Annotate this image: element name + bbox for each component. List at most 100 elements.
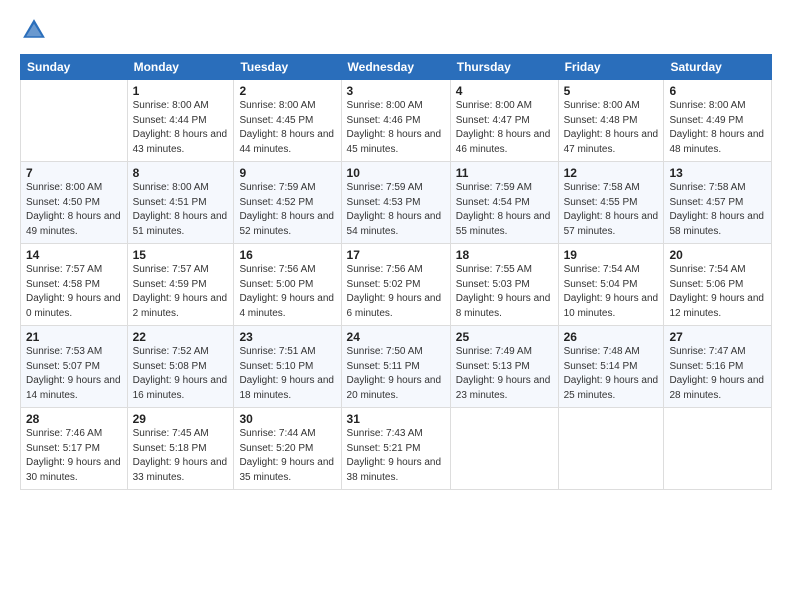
day-number: 2 <box>239 84 335 98</box>
calendar-header-row: SundayMondayTuesdayWednesdayThursdayFrid… <box>21 55 772 80</box>
day-info: Sunrise: 7:58 AMSunset: 4:55 PMDaylight:… <box>564 181 659 239</box>
calendar-cell: 18Sunrise: 7:55 AMSunset: 5:03 PMDayligh… <box>450 244 558 326</box>
calendar-cell: 17Sunrise: 7:56 AMSunset: 5:02 PMDayligh… <box>341 244 450 326</box>
calendar-cell <box>558 408 664 490</box>
calendar-cell: 28Sunrise: 7:46 AMSunset: 5:17 PMDayligh… <box>21 408 128 490</box>
day-info: Sunrise: 7:57 AMSunset: 4:59 PMDaylight:… <box>133 263 229 321</box>
calendar-cell: 6Sunrise: 8:00 AMSunset: 4:49 PMDaylight… <box>664 80 772 162</box>
day-info: Sunrise: 7:56 AMSunset: 5:00 PMDaylight:… <box>239 263 335 321</box>
day-number: 24 <box>347 330 445 344</box>
calendar-week-5: 28Sunrise: 7:46 AMSunset: 5:17 PMDayligh… <box>21 408 772 490</box>
day-number: 17 <box>347 248 445 262</box>
day-info: Sunrise: 8:00 AMSunset: 4:47 PMDaylight:… <box>456 99 553 157</box>
day-info: Sunrise: 7:44 AMSunset: 5:20 PMDaylight:… <box>239 427 335 485</box>
day-number: 7 <box>26 166 122 180</box>
day-info: Sunrise: 7:59 AMSunset: 4:54 PMDaylight:… <box>456 181 553 239</box>
day-info: Sunrise: 7:50 AMSunset: 5:11 PMDaylight:… <box>347 345 445 403</box>
day-number: 21 <box>26 330 122 344</box>
day-info: Sunrise: 7:46 AMSunset: 5:17 PMDaylight:… <box>26 427 122 485</box>
day-number: 11 <box>456 166 553 180</box>
day-info: Sunrise: 7:54 AMSunset: 5:06 PMDaylight:… <box>669 263 766 321</box>
day-info: Sunrise: 7:55 AMSunset: 5:03 PMDaylight:… <box>456 263 553 321</box>
page: SundayMondayTuesdayWednesdayThursdayFrid… <box>0 0 792 612</box>
day-number: 14 <box>26 248 122 262</box>
day-info: Sunrise: 8:00 AMSunset: 4:50 PMDaylight:… <box>26 181 122 239</box>
day-info: Sunrise: 7:54 AMSunset: 5:04 PMDaylight:… <box>564 263 659 321</box>
day-number: 18 <box>456 248 553 262</box>
day-info: Sunrise: 7:59 AMSunset: 4:52 PMDaylight:… <box>239 181 335 239</box>
day-info: Sunrise: 7:59 AMSunset: 4:53 PMDaylight:… <box>347 181 445 239</box>
day-number: 26 <box>564 330 659 344</box>
day-number: 15 <box>133 248 229 262</box>
day-number: 29 <box>133 412 229 426</box>
calendar-cell: 13Sunrise: 7:58 AMSunset: 4:57 PMDayligh… <box>664 162 772 244</box>
day-number: 28 <box>26 412 122 426</box>
day-number: 10 <box>347 166 445 180</box>
day-number: 3 <box>347 84 445 98</box>
calendar-week-1: 1Sunrise: 8:00 AMSunset: 4:44 PMDaylight… <box>21 80 772 162</box>
column-header-friday: Friday <box>558 55 664 80</box>
day-number: 23 <box>239 330 335 344</box>
day-number: 5 <box>564 84 659 98</box>
day-number: 30 <box>239 412 335 426</box>
day-info: Sunrise: 7:47 AMSunset: 5:16 PMDaylight:… <box>669 345 766 403</box>
day-info: Sunrise: 7:58 AMSunset: 4:57 PMDaylight:… <box>669 181 766 239</box>
day-number: 13 <box>669 166 766 180</box>
calendar-cell: 22Sunrise: 7:52 AMSunset: 5:08 PMDayligh… <box>127 326 234 408</box>
calendar-cell: 11Sunrise: 7:59 AMSunset: 4:54 PMDayligh… <box>450 162 558 244</box>
column-header-saturday: Saturday <box>664 55 772 80</box>
day-info: Sunrise: 7:49 AMSunset: 5:13 PMDaylight:… <box>456 345 553 403</box>
calendar-cell: 25Sunrise: 7:49 AMSunset: 5:13 PMDayligh… <box>450 326 558 408</box>
day-info: Sunrise: 8:00 AMSunset: 4:51 PMDaylight:… <box>133 181 229 239</box>
calendar-cell: 23Sunrise: 7:51 AMSunset: 5:10 PMDayligh… <box>234 326 341 408</box>
calendar-cell: 15Sunrise: 7:57 AMSunset: 4:59 PMDayligh… <box>127 244 234 326</box>
calendar-cell: 9Sunrise: 7:59 AMSunset: 4:52 PMDaylight… <box>234 162 341 244</box>
calendar-cell: 5Sunrise: 8:00 AMSunset: 4:48 PMDaylight… <box>558 80 664 162</box>
calendar-cell <box>664 408 772 490</box>
calendar-cell: 30Sunrise: 7:44 AMSunset: 5:20 PMDayligh… <box>234 408 341 490</box>
day-info: Sunrise: 7:53 AMSunset: 5:07 PMDaylight:… <box>26 345 122 403</box>
calendar-cell: 26Sunrise: 7:48 AMSunset: 5:14 PMDayligh… <box>558 326 664 408</box>
calendar-cell: 24Sunrise: 7:50 AMSunset: 5:11 PMDayligh… <box>341 326 450 408</box>
calendar-cell: 7Sunrise: 8:00 AMSunset: 4:50 PMDaylight… <box>21 162 128 244</box>
column-header-wednesday: Wednesday <box>341 55 450 80</box>
logo-icon <box>20 16 48 44</box>
day-number: 20 <box>669 248 766 262</box>
calendar-cell: 21Sunrise: 7:53 AMSunset: 5:07 PMDayligh… <box>21 326 128 408</box>
day-number: 8 <box>133 166 229 180</box>
column-header-monday: Monday <box>127 55 234 80</box>
day-number: 19 <box>564 248 659 262</box>
calendar-cell: 12Sunrise: 7:58 AMSunset: 4:55 PMDayligh… <box>558 162 664 244</box>
day-info: Sunrise: 7:45 AMSunset: 5:18 PMDaylight:… <box>133 427 229 485</box>
day-info: Sunrise: 8:00 AMSunset: 4:44 PMDaylight:… <box>133 99 229 157</box>
calendar-cell: 2Sunrise: 8:00 AMSunset: 4:45 PMDaylight… <box>234 80 341 162</box>
calendar-cell: 20Sunrise: 7:54 AMSunset: 5:06 PMDayligh… <box>664 244 772 326</box>
calendar-cell: 3Sunrise: 8:00 AMSunset: 4:46 PMDaylight… <box>341 80 450 162</box>
calendar-cell <box>450 408 558 490</box>
column-header-thursday: Thursday <box>450 55 558 80</box>
day-info: Sunrise: 7:43 AMSunset: 5:21 PMDaylight:… <box>347 427 445 485</box>
header <box>20 16 772 44</box>
calendar-cell: 8Sunrise: 8:00 AMSunset: 4:51 PMDaylight… <box>127 162 234 244</box>
day-number: 22 <box>133 330 229 344</box>
column-header-sunday: Sunday <box>21 55 128 80</box>
calendar-cell: 4Sunrise: 8:00 AMSunset: 4:47 PMDaylight… <box>450 80 558 162</box>
day-info: Sunrise: 7:48 AMSunset: 5:14 PMDaylight:… <box>564 345 659 403</box>
day-number: 9 <box>239 166 335 180</box>
logo <box>20 16 52 44</box>
calendar-cell: 31Sunrise: 7:43 AMSunset: 5:21 PMDayligh… <box>341 408 450 490</box>
calendar-cell: 27Sunrise: 7:47 AMSunset: 5:16 PMDayligh… <box>664 326 772 408</box>
calendar-week-2: 7Sunrise: 8:00 AMSunset: 4:50 PMDaylight… <box>21 162 772 244</box>
day-info: Sunrise: 8:00 AMSunset: 4:46 PMDaylight:… <box>347 99 445 157</box>
day-number: 16 <box>239 248 335 262</box>
day-number: 6 <box>669 84 766 98</box>
calendar-cell: 29Sunrise: 7:45 AMSunset: 5:18 PMDayligh… <box>127 408 234 490</box>
calendar-table: SundayMondayTuesdayWednesdayThursdayFrid… <box>20 54 772 490</box>
day-number: 31 <box>347 412 445 426</box>
calendar-cell: 19Sunrise: 7:54 AMSunset: 5:04 PMDayligh… <box>558 244 664 326</box>
column-header-tuesday: Tuesday <box>234 55 341 80</box>
calendar-cell: 1Sunrise: 8:00 AMSunset: 4:44 PMDaylight… <box>127 80 234 162</box>
calendar-cell: 16Sunrise: 7:56 AMSunset: 5:00 PMDayligh… <box>234 244 341 326</box>
day-number: 4 <box>456 84 553 98</box>
day-number: 27 <box>669 330 766 344</box>
